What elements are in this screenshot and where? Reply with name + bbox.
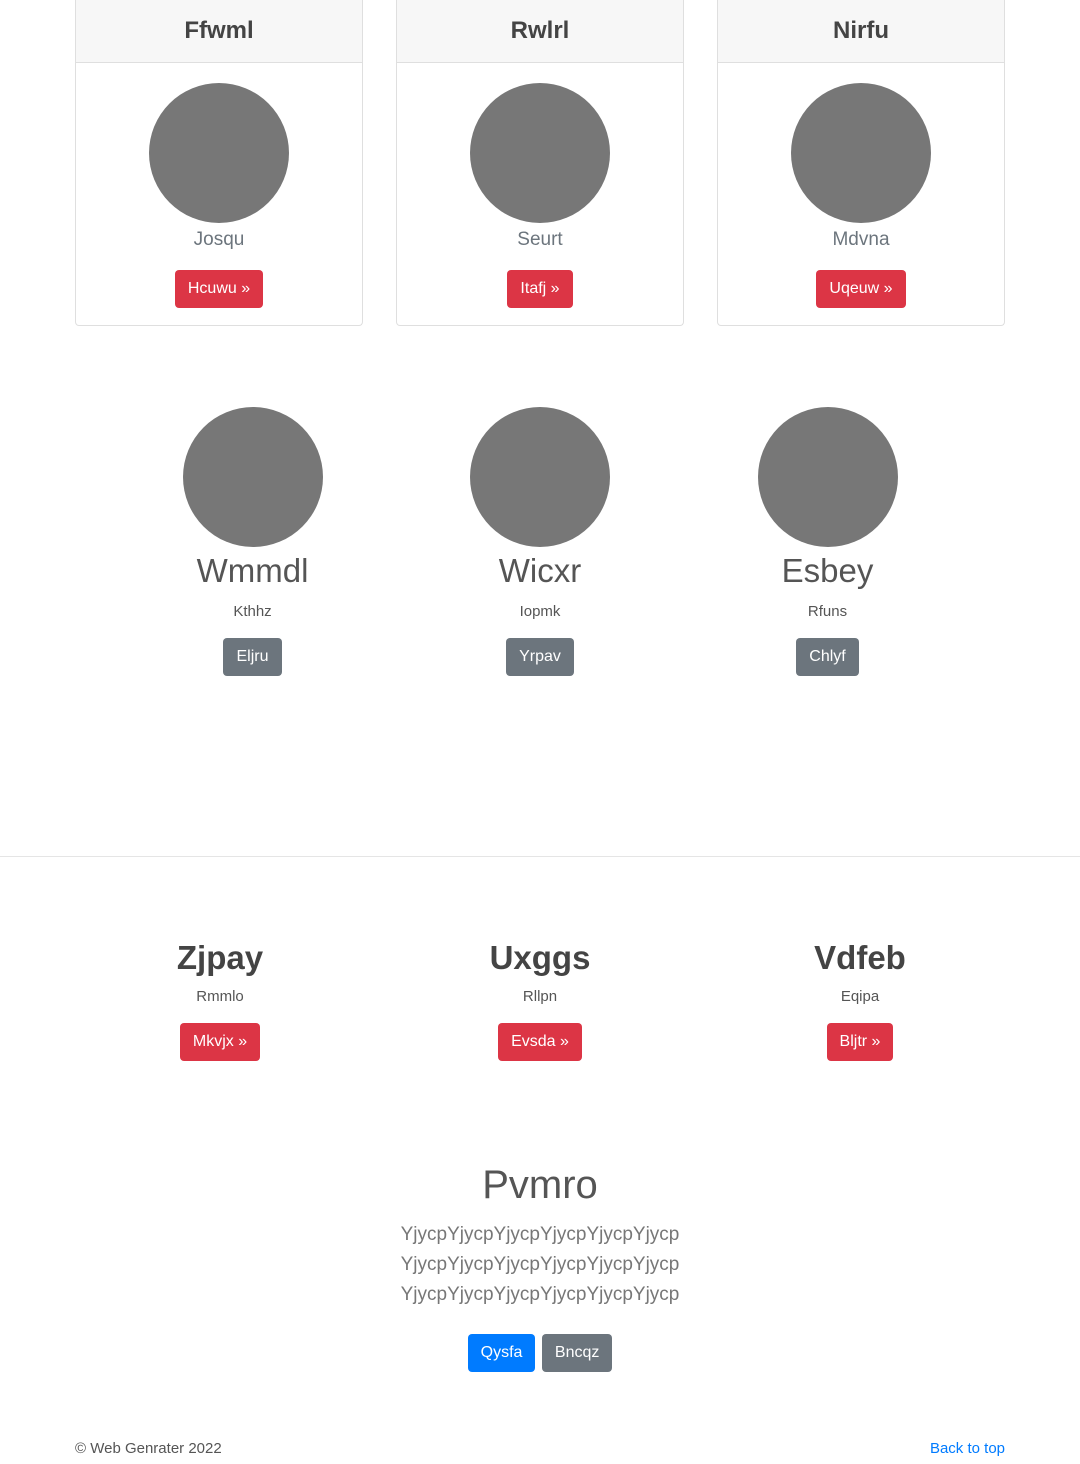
card-text: Seurt <box>517 229 563 250</box>
avatar-placeholder <box>182 407 323 547</box>
person-button[interactable]: Eljru <box>223 638 282 676</box>
jumbotron-text: YjycpYjycpYjycpYjycpYjycpYjycp YjycpYjyc… <box>400 1224 680 1305</box>
person-subtitle: Rfuns <box>807 603 848 620</box>
feature-subtitle: Rllpn <box>522 988 558 1005</box>
section-divider <box>0 856 1080 857</box>
person-name: Esbey <box>781 552 874 589</box>
avatar-placeholder <box>757 407 898 547</box>
card-header: Rwlrl <box>397 0 683 63</box>
back-to-top-link[interactable]: Back to top <box>930 1440 1005 1457</box>
jumbotron-buttons: Qysfa Bncqz <box>75 1334 1005 1372</box>
person-button[interactable]: Yrpav <box>506 638 574 676</box>
avatar-placeholder <box>791 83 931 223</box>
card: Ffwml Josqu Hcuwu » <box>75 0 363 326</box>
secondary-button[interactable]: Bncqz <box>541 1334 613 1372</box>
avatar-placeholder <box>470 407 610 547</box>
feature-button[interactable]: Bljtr » <box>826 1023 894 1061</box>
person-subtitle: Kthhz <box>233 603 272 620</box>
person-name: Wmmdl <box>196 552 309 589</box>
card-header: Ffwml <box>76 0 362 63</box>
copyright-text: © Web Genrater 2022 <box>75 1440 222 1457</box>
primary-button[interactable]: Qysfa <box>467 1334 536 1372</box>
feature-title: Zjpay <box>176 939 264 976</box>
card: Nirfu Mdvna Uqeuw » <box>717 0 1005 326</box>
feature: Zjpay Rmmlo Mkvjx » <box>75 938 365 1061</box>
card-text: Mdvna <box>832 229 890 250</box>
person: Esbey Rfuns Chlyf <box>685 407 970 676</box>
feature: Uxggs Rllpn Evsda » <box>395 938 685 1061</box>
feature-subtitle: Eqipa <box>840 988 880 1005</box>
feature-button[interactable]: Mkvjx » <box>179 1023 261 1061</box>
person: Wmmdl Kthhz Eljru <box>110 407 395 676</box>
card-header: Nirfu <box>718 0 1004 63</box>
card-text: Josqu <box>193 229 245 250</box>
feature-row: Zjpay Rmmlo Mkvjx » Uxggs Rllpn Evsda » … <box>75 938 1005 1061</box>
card-button[interactable]: Uqeuw » <box>816 270 906 308</box>
person: Wicxr Iopmk Yrpav <box>398 407 683 676</box>
feature: Vdfeb Eqipa Bljtr » <box>715 938 1005 1061</box>
avatar-placeholder <box>149 83 289 223</box>
card: Rwlrl Seurt Itafj » <box>396 0 684 326</box>
feature-title: Vdfeb <box>814 939 906 976</box>
jumbotron-title: Pvmro <box>482 1163 598 1207</box>
feature-subtitle: Rmmlo <box>196 988 244 1005</box>
feature-button[interactable]: Evsda » <box>498 1023 582 1061</box>
card-button[interactable]: Hcuwu » <box>174 270 264 308</box>
avatar-placeholder <box>470 83 610 223</box>
card-row: Ffwml Josqu Hcuwu » Rwlrl Seurt Itafj » … <box>75 0 1005 326</box>
footer: © Web Genrater 2022 Back to top <box>75 1440 1005 1457</box>
feature-title: Uxggs <box>489 939 591 976</box>
person-button[interactable]: Chlyf <box>796 638 859 676</box>
person-name: Wicxr <box>498 552 582 589</box>
people-row: Wmmdl Kthhz Eljru Wicxr Iopmk Yrpav Esbe… <box>110 407 970 676</box>
person-subtitle: Iopmk <box>519 603 561 620</box>
card-button[interactable]: Itafj » <box>507 270 573 308</box>
jumbotron: Pvmro YjycpYjycpYjycpYjycpYjycpYjycp Yjy… <box>75 1160 1005 1372</box>
